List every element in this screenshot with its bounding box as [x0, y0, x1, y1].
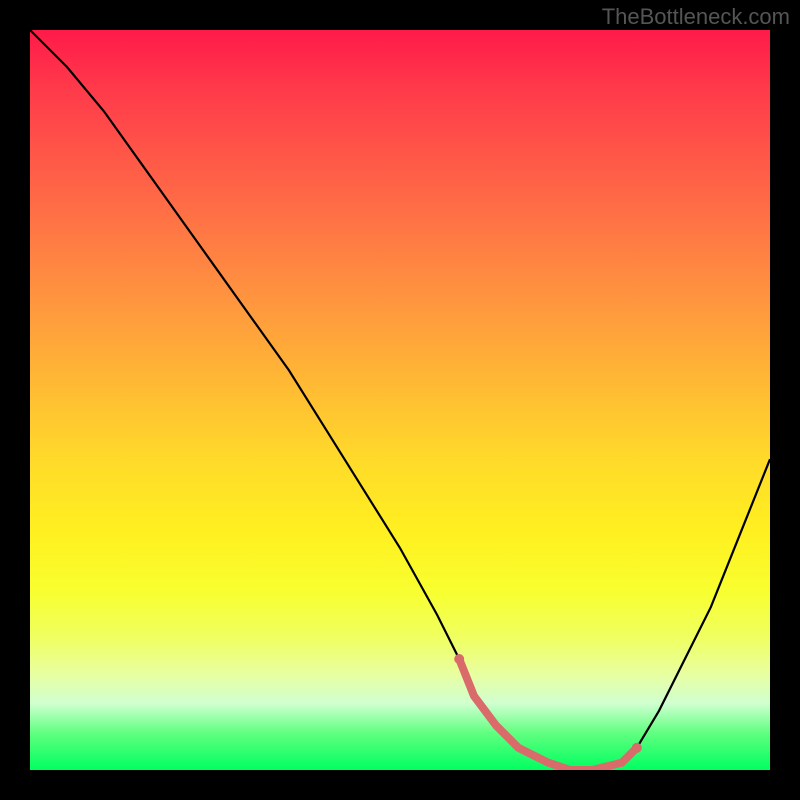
trough-highlight — [459, 659, 637, 770]
trough-start-marker — [454, 654, 464, 664]
watermark-text: TheBottleneck.com — [602, 4, 790, 30]
chart-svg — [30, 30, 770, 770]
trough-end-marker — [632, 743, 642, 753]
bottleneck-curve — [30, 30, 770, 770]
chart-plot-area — [30, 30, 770, 770]
